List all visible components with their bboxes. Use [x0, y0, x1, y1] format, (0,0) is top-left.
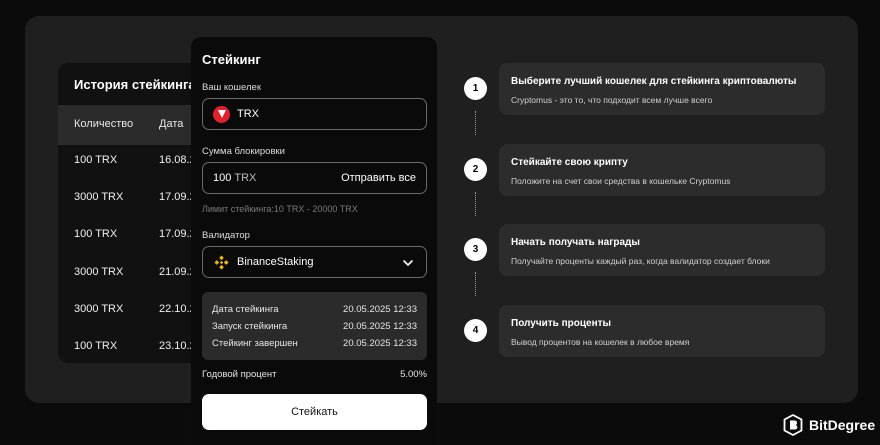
stake-button[interactable]: Стейкать	[202, 394, 427, 430]
annual-percent-value: 5.00%	[400, 369, 427, 380]
staking-history-panel: История стейкинга Количество Дата 100 TR…	[58, 63, 198, 363]
step-card: Получить проценты Вывод процентов на кош…	[499, 305, 825, 357]
step-description: Cryptomus - это то, что подходит всем лу…	[511, 95, 713, 105]
info-value: 20.05.2025 12:33	[343, 321, 417, 332]
wallet-select[interactable]: TRX	[202, 98, 427, 130]
step-number-badge: 1	[464, 77, 487, 100]
tron-logo-icon	[213, 106, 230, 123]
step-description: Положите на счет свои средства в кошельк…	[511, 176, 731, 186]
chevron-down-icon[interactable]	[402, 257, 414, 269]
history-title: История стейкинга	[74, 77, 196, 92]
info-key: Стейкинг завершен	[212, 338, 298, 349]
step-title: Получить проценты	[511, 318, 612, 329]
amount-value: 100 TRX	[213, 172, 256, 184]
info-key: Запуск стейкинга	[212, 321, 288, 332]
annual-percent-label: Годовой процент	[202, 369, 277, 380]
table-row: 3000 TRX 21.09.2	[58, 266, 198, 303]
row-amount: 100 TRX	[74, 340, 118, 352]
step-title: Начать получать награды	[511, 237, 640, 248]
staking-title: Стейкинг	[202, 52, 261, 67]
info-value: 20.05.2025 12:33	[343, 338, 417, 349]
binance-logo-icon	[214, 255, 229, 270]
step-title: Выберите лучший кошелек для стейкинга кр…	[511, 76, 797, 87]
amount-number: 100	[213, 172, 232, 184]
wallet-value: TRX	[237, 108, 259, 120]
step-connector	[475, 272, 476, 296]
step-number-badge: 2	[464, 158, 487, 181]
info-key: Дата стейкинга	[212, 304, 279, 315]
step-card: Выберите лучший кошелек для стейкинга кр…	[499, 63, 825, 115]
table-row: 3000 TRX 17.09.2	[58, 191, 198, 228]
info-value: 20.05.2025 12:33	[343, 304, 417, 315]
column-date-header: Дата	[159, 118, 184, 130]
step-number-badge: 4	[464, 319, 487, 342]
step-card: Начать получать награды Получайте процен…	[499, 224, 825, 276]
row-amount: 3000 TRX	[74, 266, 124, 278]
validator-select[interactable]: BinanceStaking	[202, 246, 427, 278]
staking-limit-text: Лимит стейкинга:10 TRX - 20000 TRX	[202, 204, 358, 214]
row-amount: 3000 TRX	[74, 303, 124, 315]
row-amount: 3000 TRX	[74, 191, 124, 203]
step-card: Стейкайте свою крипту Положите на счет с…	[499, 144, 825, 196]
table-row: 100 TRX 16.08.2	[58, 154, 198, 191]
step-description: Получайте проценты каждый раз, когда вал…	[511, 256, 770, 266]
history-table-header: Количество Дата	[58, 105, 198, 145]
amount-label: Сумма блокировки	[202, 146, 285, 157]
table-row: 100 TRX 17.09.2	[58, 228, 198, 265]
row-amount: 100 TRX	[74, 228, 118, 240]
bitdegree-logo-icon	[783, 414, 803, 436]
step-description: Вывод процентов на кошелек в любое время	[511, 337, 690, 347]
step-connector	[475, 192, 476, 216]
row-amount: 100 TRX	[74, 154, 118, 166]
table-row: 3000 TRX 22.10.2	[58, 303, 198, 340]
validator-value: BinanceStaking	[237, 256, 314, 268]
step-title: Стейкайте свою крипту	[511, 157, 628, 168]
column-amount-header: Количество	[74, 118, 134, 130]
step-connector	[475, 111, 476, 135]
wallet-label: Ваш кошелек	[202, 82, 261, 93]
brand-name: BitDegree	[809, 417, 876, 433]
staking-card: Стейкинг Ваш кошелек TRX Сумма блокировк…	[191, 37, 437, 445]
amount-input[interactable]: 100 TRX Отправить все	[202, 162, 427, 194]
amount-currency: TRX	[234, 172, 257, 184]
validator-label: Валидатор	[202, 230, 250, 241]
staking-info-box: Дата стейкинга 20.05.2025 12:33 Запуск с…	[202, 292, 427, 360]
table-row: 100 TRX 23.10.2	[58, 340, 198, 363]
step-number-badge: 3	[464, 238, 487, 261]
send-all-button[interactable]: Отправить все	[341, 172, 416, 184]
